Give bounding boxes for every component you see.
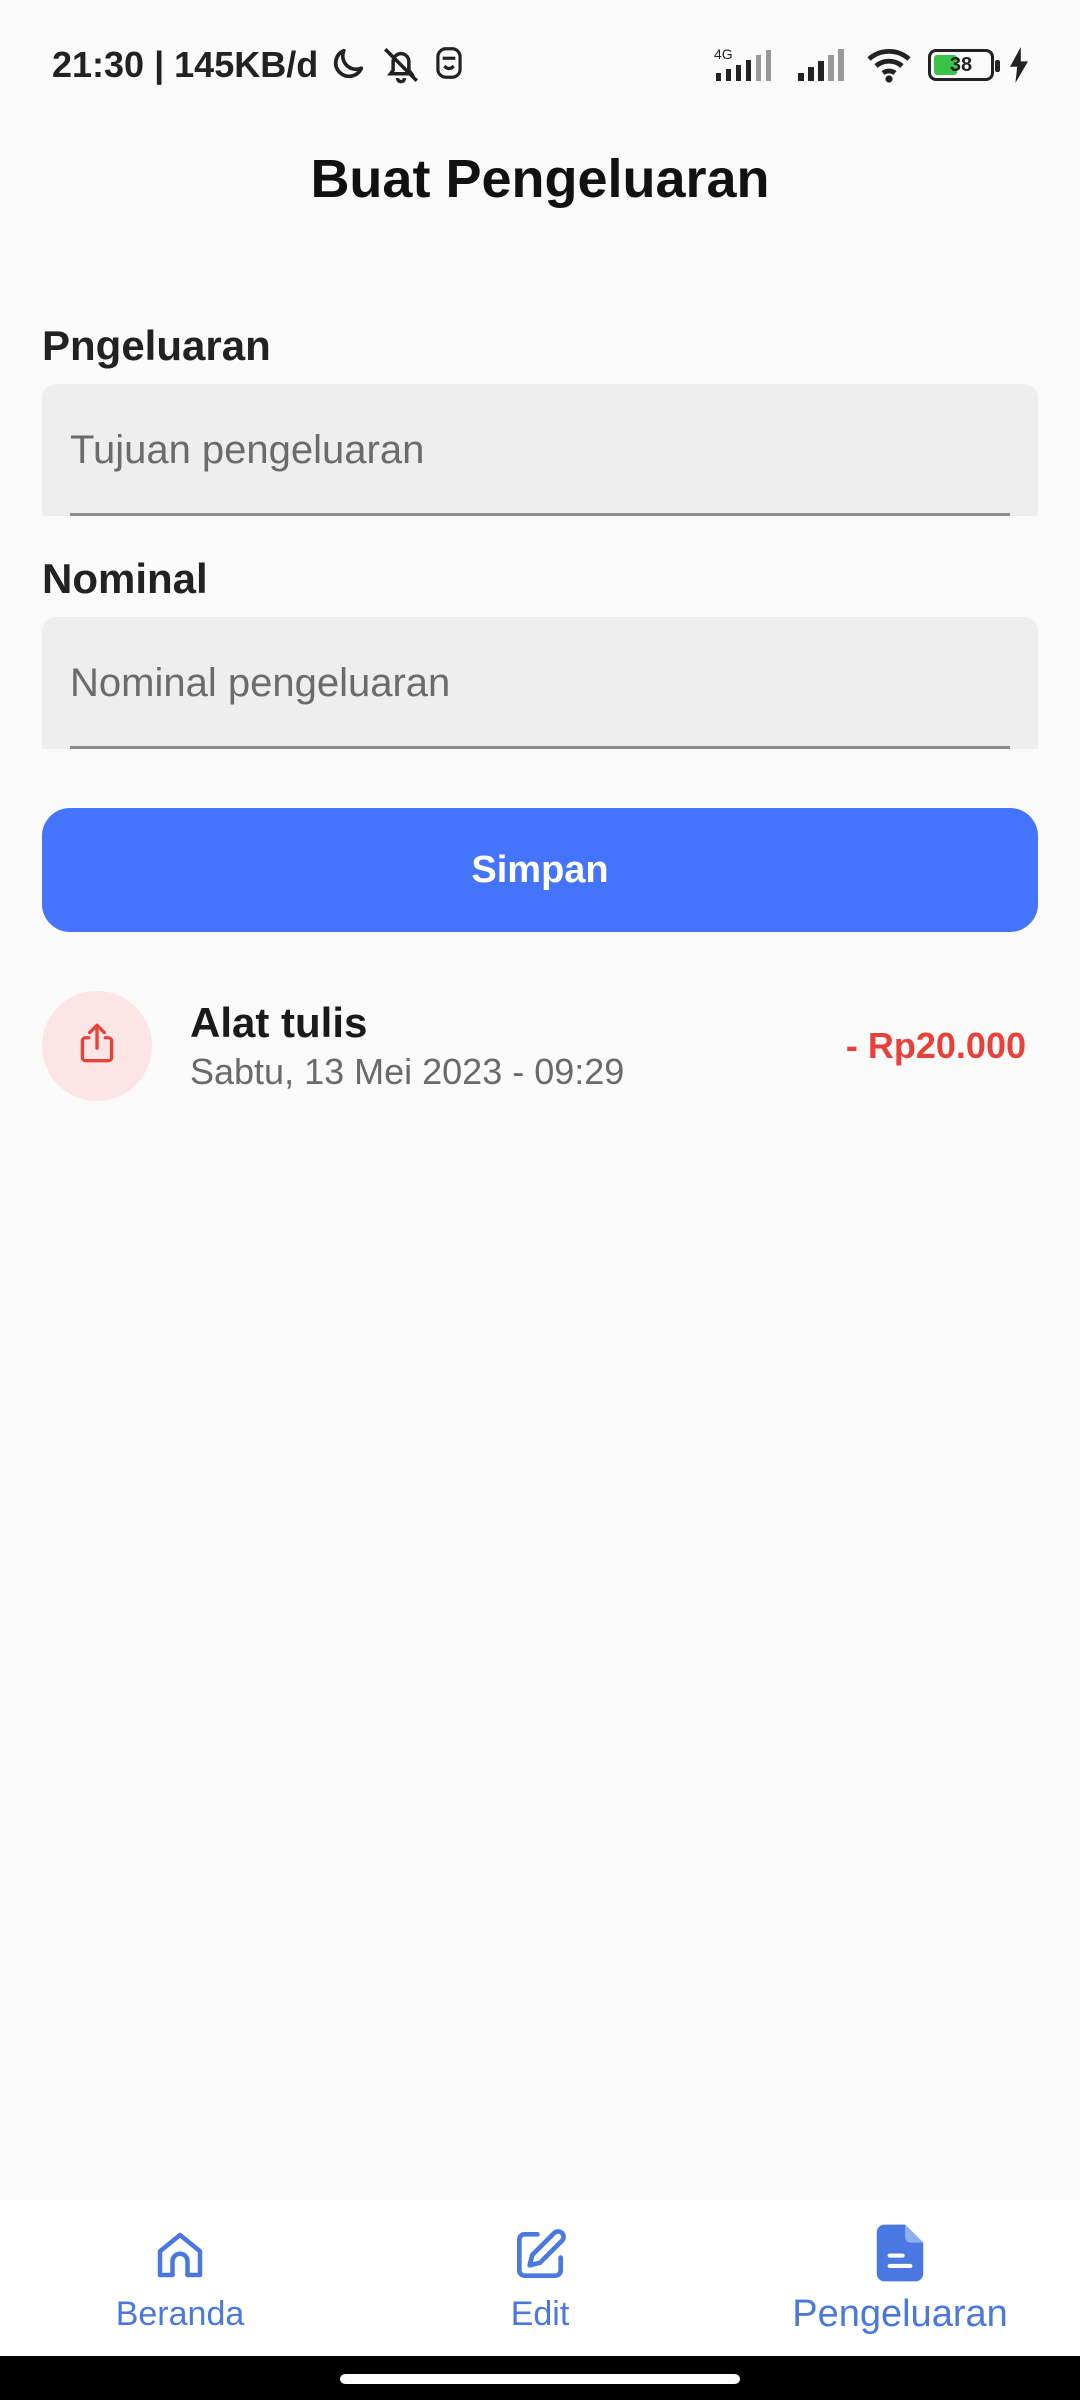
wifi-icon (864, 45, 914, 85)
purpose-field (42, 384, 1038, 516)
purpose-label: Pngeluaran (42, 322, 271, 369)
battery-nub (995, 60, 1000, 72)
moon-icon (328, 44, 370, 86)
battery-level: 38 (949, 53, 973, 76)
amount-underline (70, 746, 1010, 749)
gesture-bar-area (0, 2356, 1080, 2400)
share-upload-icon (72, 1019, 122, 1074)
amount-label: Nominal (42, 555, 208, 602)
signal-4g-icon: 4G (712, 45, 782, 85)
bell-off-icon (380, 44, 422, 86)
nav-label-beranda: Beranda (115, 2294, 245, 2333)
nav-item-edit[interactable]: Edit (360, 2200, 720, 2356)
amount-input[interactable] (42, 617, 1038, 749)
edit-icon (509, 2223, 571, 2287)
expense-text: Alat tulis Sabtu, 13 Mei 2023 - 09:29 (190, 999, 846, 1092)
expense-date: Sabtu, 13 Mei 2023 - 09:29 (190, 1050, 625, 1092)
home-icon (150, 2223, 210, 2287)
app-screen: 21:30 | 145KB/d 4G 38 Buat Pengeluaran P… (0, 0, 1080, 2400)
signal-icon (796, 45, 850, 85)
bottom-nav: Beranda Edit Pengeluaran (0, 2200, 1080, 2356)
face-icon (432, 44, 474, 86)
expense-avatar (42, 991, 152, 1101)
expense-list-item[interactable]: Alat tulis Sabtu, 13 Mei 2023 - 09:29 - … (42, 990, 1038, 1102)
status-bar-left: 21:30 | 145KB/d (52, 44, 474, 86)
status-bar-right: 4G 38 (712, 45, 1030, 85)
nav-item-pengeluaran[interactable]: Pengeluaran (720, 2200, 1080, 2356)
status-time-speed: 21:30 | 145KB/d (52, 44, 319, 85)
document-icon (872, 2221, 928, 2285)
purpose-input[interactable] (42, 384, 1038, 516)
status-bar: 21:30 | 145KB/d 4G 38 (0, 0, 1080, 130)
expense-title: Alat tulis (190, 999, 368, 1047)
page-title: Buat Pengeluaran (310, 149, 770, 209)
nav-item-beranda[interactable]: Beranda (0, 2200, 360, 2356)
battery-icon: 38 (928, 49, 1000, 81)
amount-field (42, 617, 1038, 749)
svg-text:4G: 4G (714, 46, 733, 62)
save-button[interactable]: Simpan (42, 808, 1038, 932)
charging-icon (1008, 47, 1030, 83)
expense-amount: - Rp20.000 (845, 1025, 1026, 1066)
nav-label-pengeluaran: Pengeluaran (792, 2292, 1008, 2335)
gesture-handle[interactable] (340, 2374, 740, 2384)
nav-label-edit: Edit (510, 2294, 570, 2333)
purpose-underline (70, 513, 1010, 516)
